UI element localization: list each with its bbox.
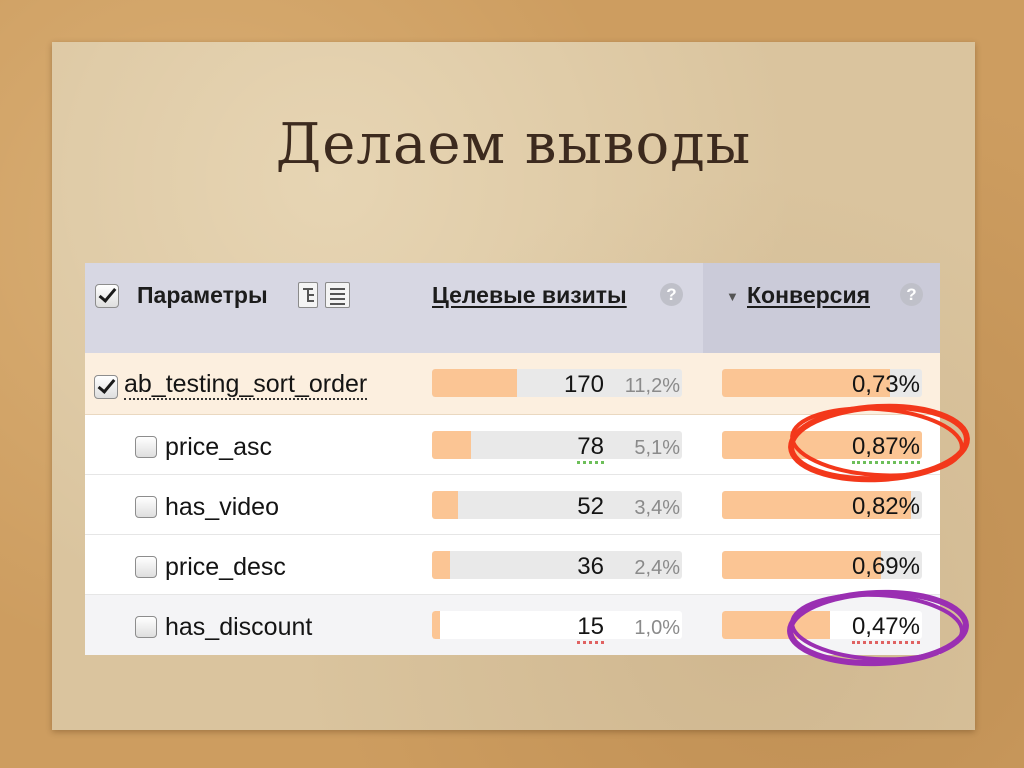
sort-descending-icon: ▼ [726, 289, 739, 304]
table-header: Параметры Целевые визиты ? ▼ Конверсия ? [85, 263, 940, 353]
row-checkbox[interactable] [135, 496, 157, 518]
row-checkbox[interactable] [135, 616, 157, 638]
visits-share: 11,2% [624, 375, 680, 397]
visits-share: 2,4% [634, 557, 680, 579]
conversion-value: 0,82% [851, 493, 920, 520]
visits-bar-fill [432, 551, 450, 579]
row-name: price_desc [165, 553, 286, 581]
select-all-checkbox[interactable] [95, 284, 119, 308]
conversion-value: 0,69% [851, 553, 920, 580]
row-name[interactable]: ab_testing_sort_order [124, 370, 368, 400]
conversion-value: 0,73% [851, 371, 920, 398]
visits-bar-fill [432, 611, 440, 639]
conversion-value: 0,87% [810, 432, 920, 464]
visits-value: 170 [563, 371, 604, 398]
params-column-header: Параметры [137, 282, 268, 308]
report-table: Параметры Целевые визиты ? ▼ Конверсия ?… [85, 263, 940, 655]
list-view-icon[interactable] [325, 282, 350, 308]
table-row: ab_testing_sort_order 170 11,2% 0,73% [85, 353, 940, 415]
row-checkbox[interactable] [94, 375, 118, 399]
visits-help-icon[interactable]: ? [660, 283, 683, 306]
conversion-column-header[interactable]: Конверсия [747, 280, 870, 310]
visits-share: 3,4% [634, 497, 680, 519]
visits-bar-fill [432, 431, 471, 459]
conversion-value: 0,47% [810, 612, 920, 644]
table-row: price_desc 36 2,4% 0,69% [85, 535, 940, 595]
conversion-help-icon[interactable]: ? [900, 283, 923, 306]
row-checkbox[interactable] [135, 556, 157, 578]
row-name: price_asc [165, 433, 272, 461]
tree-view-icon[interactable] [298, 282, 318, 308]
table-row: price_asc 78 5,1% 0,87% [85, 415, 940, 475]
visits-share: 5,1% [634, 437, 680, 459]
slide-title: Делаем выводы [275, 112, 752, 177]
visits-value: 52 [577, 493, 604, 520]
row-name: has_video [165, 493, 279, 521]
visits-column-header[interactable]: Целевые визиты [432, 280, 627, 310]
table-row: has_video 52 3,4% 0,82% [85, 475, 940, 535]
row-name: has_discount [165, 613, 313, 641]
visits-bar-fill [432, 491, 458, 519]
visits-value: 78 [504, 432, 604, 464]
row-checkbox[interactable] [135, 436, 157, 458]
visits-share: 1,0% [634, 617, 680, 639]
visits-value: 36 [577, 553, 604, 580]
table-row: has_discount 15 1,0% 0,47% [85, 595, 940, 655]
visits-value: 15 [504, 612, 604, 644]
